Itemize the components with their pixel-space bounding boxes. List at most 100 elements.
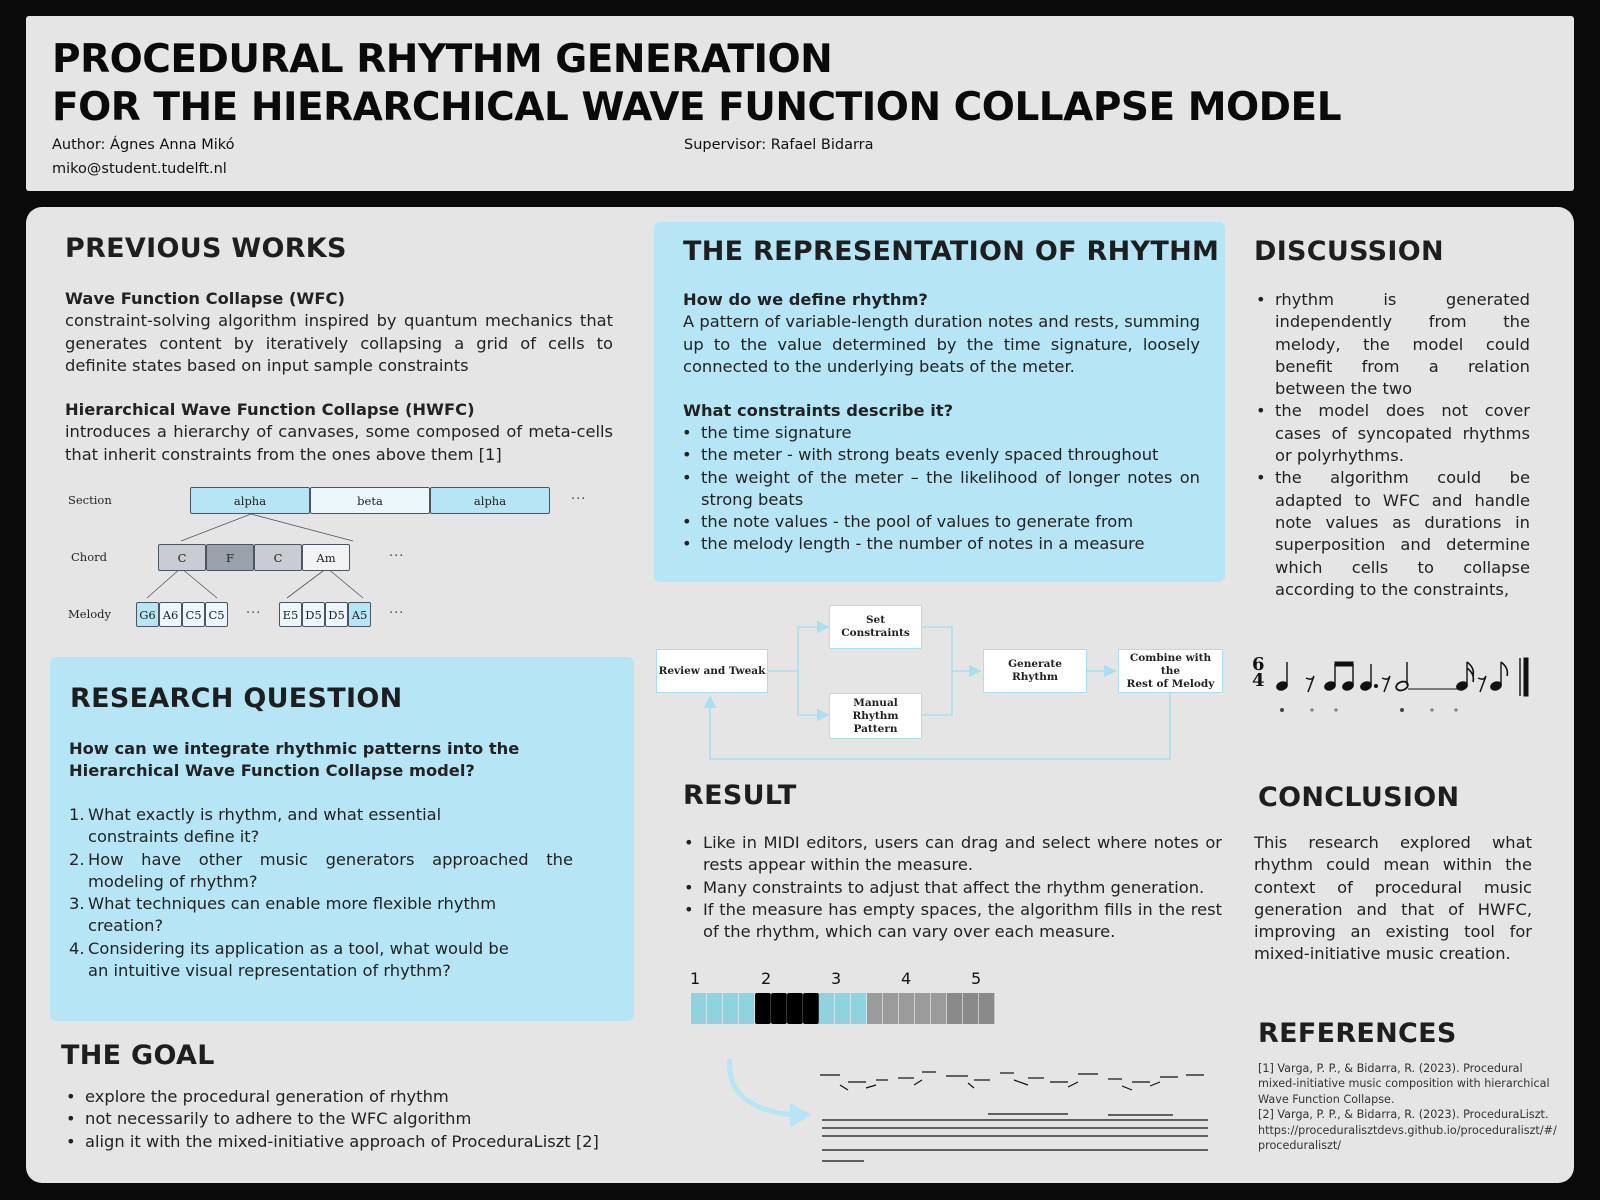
- beat-number: 5: [971, 969, 982, 988]
- wfc-text: constraint-solving algorithm inspired by…: [65, 311, 613, 375]
- conclusion-text: This research explored what rhythm could…: [1254, 833, 1532, 964]
- conclusion-title: CONCLUSION: [1258, 782, 1460, 813]
- author-email: miko@student.tudelft.nl: [52, 161, 227, 177]
- constraint-item: the meter - with strong beats evenly spa…: [680, 444, 1200, 467]
- rhythm-grid-cell[interactable]: [803, 993, 819, 1024]
- rhythm-grid-cell[interactable]: [899, 993, 915, 1024]
- rhythm-definition-question: How do we define rhythm?: [683, 290, 928, 309]
- section-cell: alpha: [190, 487, 310, 514]
- result-list: Like in MIDI editors, users can drag and…: [682, 832, 1222, 943]
- discussion-title: DISCUSSION: [1254, 236, 1444, 267]
- goal-list: explore the procedural generation of rhy…: [64, 1086, 624, 1153]
- title-line-2: FOR THE HIERARCHICAL WAVE FUNCTION COLLA…: [52, 85, 1342, 130]
- rhythm-grid-cell[interactable]: [691, 993, 707, 1024]
- melody-cell: C5: [205, 602, 228, 627]
- melody-cell: C5: [182, 602, 205, 627]
- rhythm-grid-cell[interactable]: [723, 993, 739, 1024]
- chord-cell: C: [158, 544, 206, 571]
- beat-number: 2: [761, 969, 772, 988]
- manual-rhythm-pattern-box: Manual Rhythm Pattern: [829, 693, 922, 739]
- header-panel: PROCEDURAL RHYTHM GENERATION FOR THE HIE…: [26, 16, 1574, 191]
- rhythm-definition-answer: A pattern of variable-length duration no…: [683, 312, 1200, 376]
- constraints-list: the time signature the meter - with stro…: [680, 422, 1200, 556]
- rhythm-grid-cell[interactable]: [867, 993, 883, 1024]
- rhythm-grid-cell[interactable]: [819, 993, 835, 1024]
- constraint-item: the melody length - the number of notes …: [680, 533, 1200, 556]
- rhythm-grid-cell[interactable]: [755, 993, 771, 1024]
- sub-question-item: 4. Considering its application as a tool,…: [69, 938, 509, 981]
- reference-item: [2] Varga, P. P., & Bidarra, R. (2023). …: [1258, 1108, 1557, 1153]
- melody-cell: E5: [279, 602, 302, 627]
- time-signature: 6 4: [1252, 654, 1265, 691]
- previous-works-title: PREVIOUS WORKS: [65, 233, 347, 264]
- wfc-heading: Wave Function Collapse (WFC): [65, 289, 345, 308]
- representation-title: THE REPRESENTATION OF RHYTHM: [683, 236, 1220, 267]
- chord-ellipsis: ···: [389, 549, 405, 564]
- author-name: Author: Ágnes Anna Mikó: [52, 137, 235, 153]
- rhythm-grid-cell[interactable]: [835, 993, 851, 1024]
- rhythm-grid-cell[interactable]: [915, 993, 931, 1024]
- section-ellipsis: ···: [571, 492, 587, 507]
- discussion-item: the model does not cover cases of syncop…: [1254, 400, 1530, 467]
- music-notation-example: [1276, 657, 1529, 712]
- melody-ellipsis: ···: [246, 606, 262, 621]
- rhythm-grid-cell[interactable]: [771, 993, 787, 1024]
- goal-item: not necessarily to adhere to the WFC alg…: [64, 1108, 624, 1131]
- hwfc-text: introduces a hierarchy of canvases, some…: [65, 422, 613, 464]
- discussion-item: rhythm is generated independently from t…: [1254, 289, 1530, 400]
- melody-ellipsis: ···: [389, 606, 405, 621]
- melody-cell: A5: [348, 602, 371, 627]
- rhythm-grid-cell[interactable]: [739, 993, 755, 1024]
- discussion-list: rhythm is generated independently from t…: [1254, 289, 1530, 601]
- section-cell: alpha: [430, 487, 550, 514]
- result-item: Many constraints to adjust that affect t…: [682, 877, 1222, 900]
- result-item: Like in MIDI editors, users can drag and…: [682, 832, 1222, 877]
- melody-cell: D5: [302, 602, 325, 627]
- poster-title: PROCEDURAL RHYTHM GENERATION FOR THE HIE…: [52, 36, 1342, 132]
- result-item: If the measure has empty spaces, the alg…: [682, 899, 1222, 944]
- discussion-item: the algorithm could be adapted to WFC an…: [1254, 467, 1530, 601]
- sub-questions-list: 1. What exactly is rhythm, and what essen…: [69, 804, 573, 982]
- goal-title: THE GOAL: [61, 1040, 215, 1071]
- rhythm-grid-cell[interactable]: [851, 993, 867, 1024]
- chord-cell: C: [254, 544, 302, 571]
- wfc-block: Wave Function Collapse (WFC) constraint-…: [65, 288, 613, 377]
- generated-rhythm-staff: [820, 1071, 1208, 1162]
- research-question-text: How can we integrate rhythmic patterns i…: [69, 739, 520, 781]
- constraint-item: the weight of the meter – the likelihood…: [680, 467, 1200, 512]
- research-question-title: RESEARCH QUESTION: [70, 683, 403, 714]
- sub-question-item: 3. What techniques can enable more flexib…: [69, 894, 497, 936]
- rhythm-grid-cell[interactable]: [979, 993, 995, 1024]
- section-label: Section: [68, 493, 112, 507]
- rhythm-grid-cell[interactable]: [947, 993, 963, 1024]
- reference-item: [1] Varga, P. P., & Bidarra, R. (2023). …: [1258, 1062, 1550, 1106]
- goal-item: explore the procedural generation of rhy…: [64, 1086, 624, 1109]
- rhythm-grid-cell[interactable]: [787, 993, 803, 1024]
- rhythm-grid-cell[interactable]: [707, 993, 723, 1024]
- author-block: Author: Ágnes Anna Mikó miko@student.tud…: [52, 133, 235, 181]
- melody-label: Melody: [68, 607, 112, 621]
- melody-cell: D5: [325, 602, 348, 627]
- rhythm-grid-cell[interactable]: [931, 993, 947, 1024]
- melody-cell: G6: [136, 602, 159, 627]
- generate-rhythm-box: Generate Rhythm: [983, 649, 1087, 693]
- rhythm-grid-cell[interactable]: [883, 993, 899, 1024]
- hierarchy-diagram: Section Chord Melody alpha beta alpha ··…: [63, 482, 623, 637]
- goal-item: align it with the mixed-initiative appro…: [64, 1131, 624, 1154]
- hwfc-heading: Hierarchical Wave Function Collapse (HWF…: [65, 400, 475, 419]
- sub-question-item: 1. What exactly is rhythm, and what essen…: [69, 805, 442, 847]
- references-title: REFERENCES: [1258, 1018, 1457, 1049]
- constraint-item: the time signature: [680, 422, 1200, 445]
- constraint-item: the note values - the pool of values to …: [680, 511, 1200, 534]
- title-line-1: PROCEDURAL RHYTHM GENERATION: [52, 37, 833, 82]
- chord-label: Chord: [71, 550, 107, 564]
- constraints-question: What constraints describe it?: [683, 401, 954, 420]
- references-list: [1] Varga, P. P., & Bidarra, R. (2023). …: [1258, 1061, 1558, 1153]
- section-cell: beta: [310, 487, 430, 514]
- combine-melody-box: Combine with the Rest of Melody: [1118, 649, 1223, 693]
- result-title: RESULT: [683, 780, 797, 811]
- rhythm-grid-cell[interactable]: [963, 993, 979, 1024]
- beat-number: 1: [690, 969, 701, 988]
- beat-number: 3: [831, 969, 842, 988]
- chord-cell: Am: [302, 544, 350, 571]
